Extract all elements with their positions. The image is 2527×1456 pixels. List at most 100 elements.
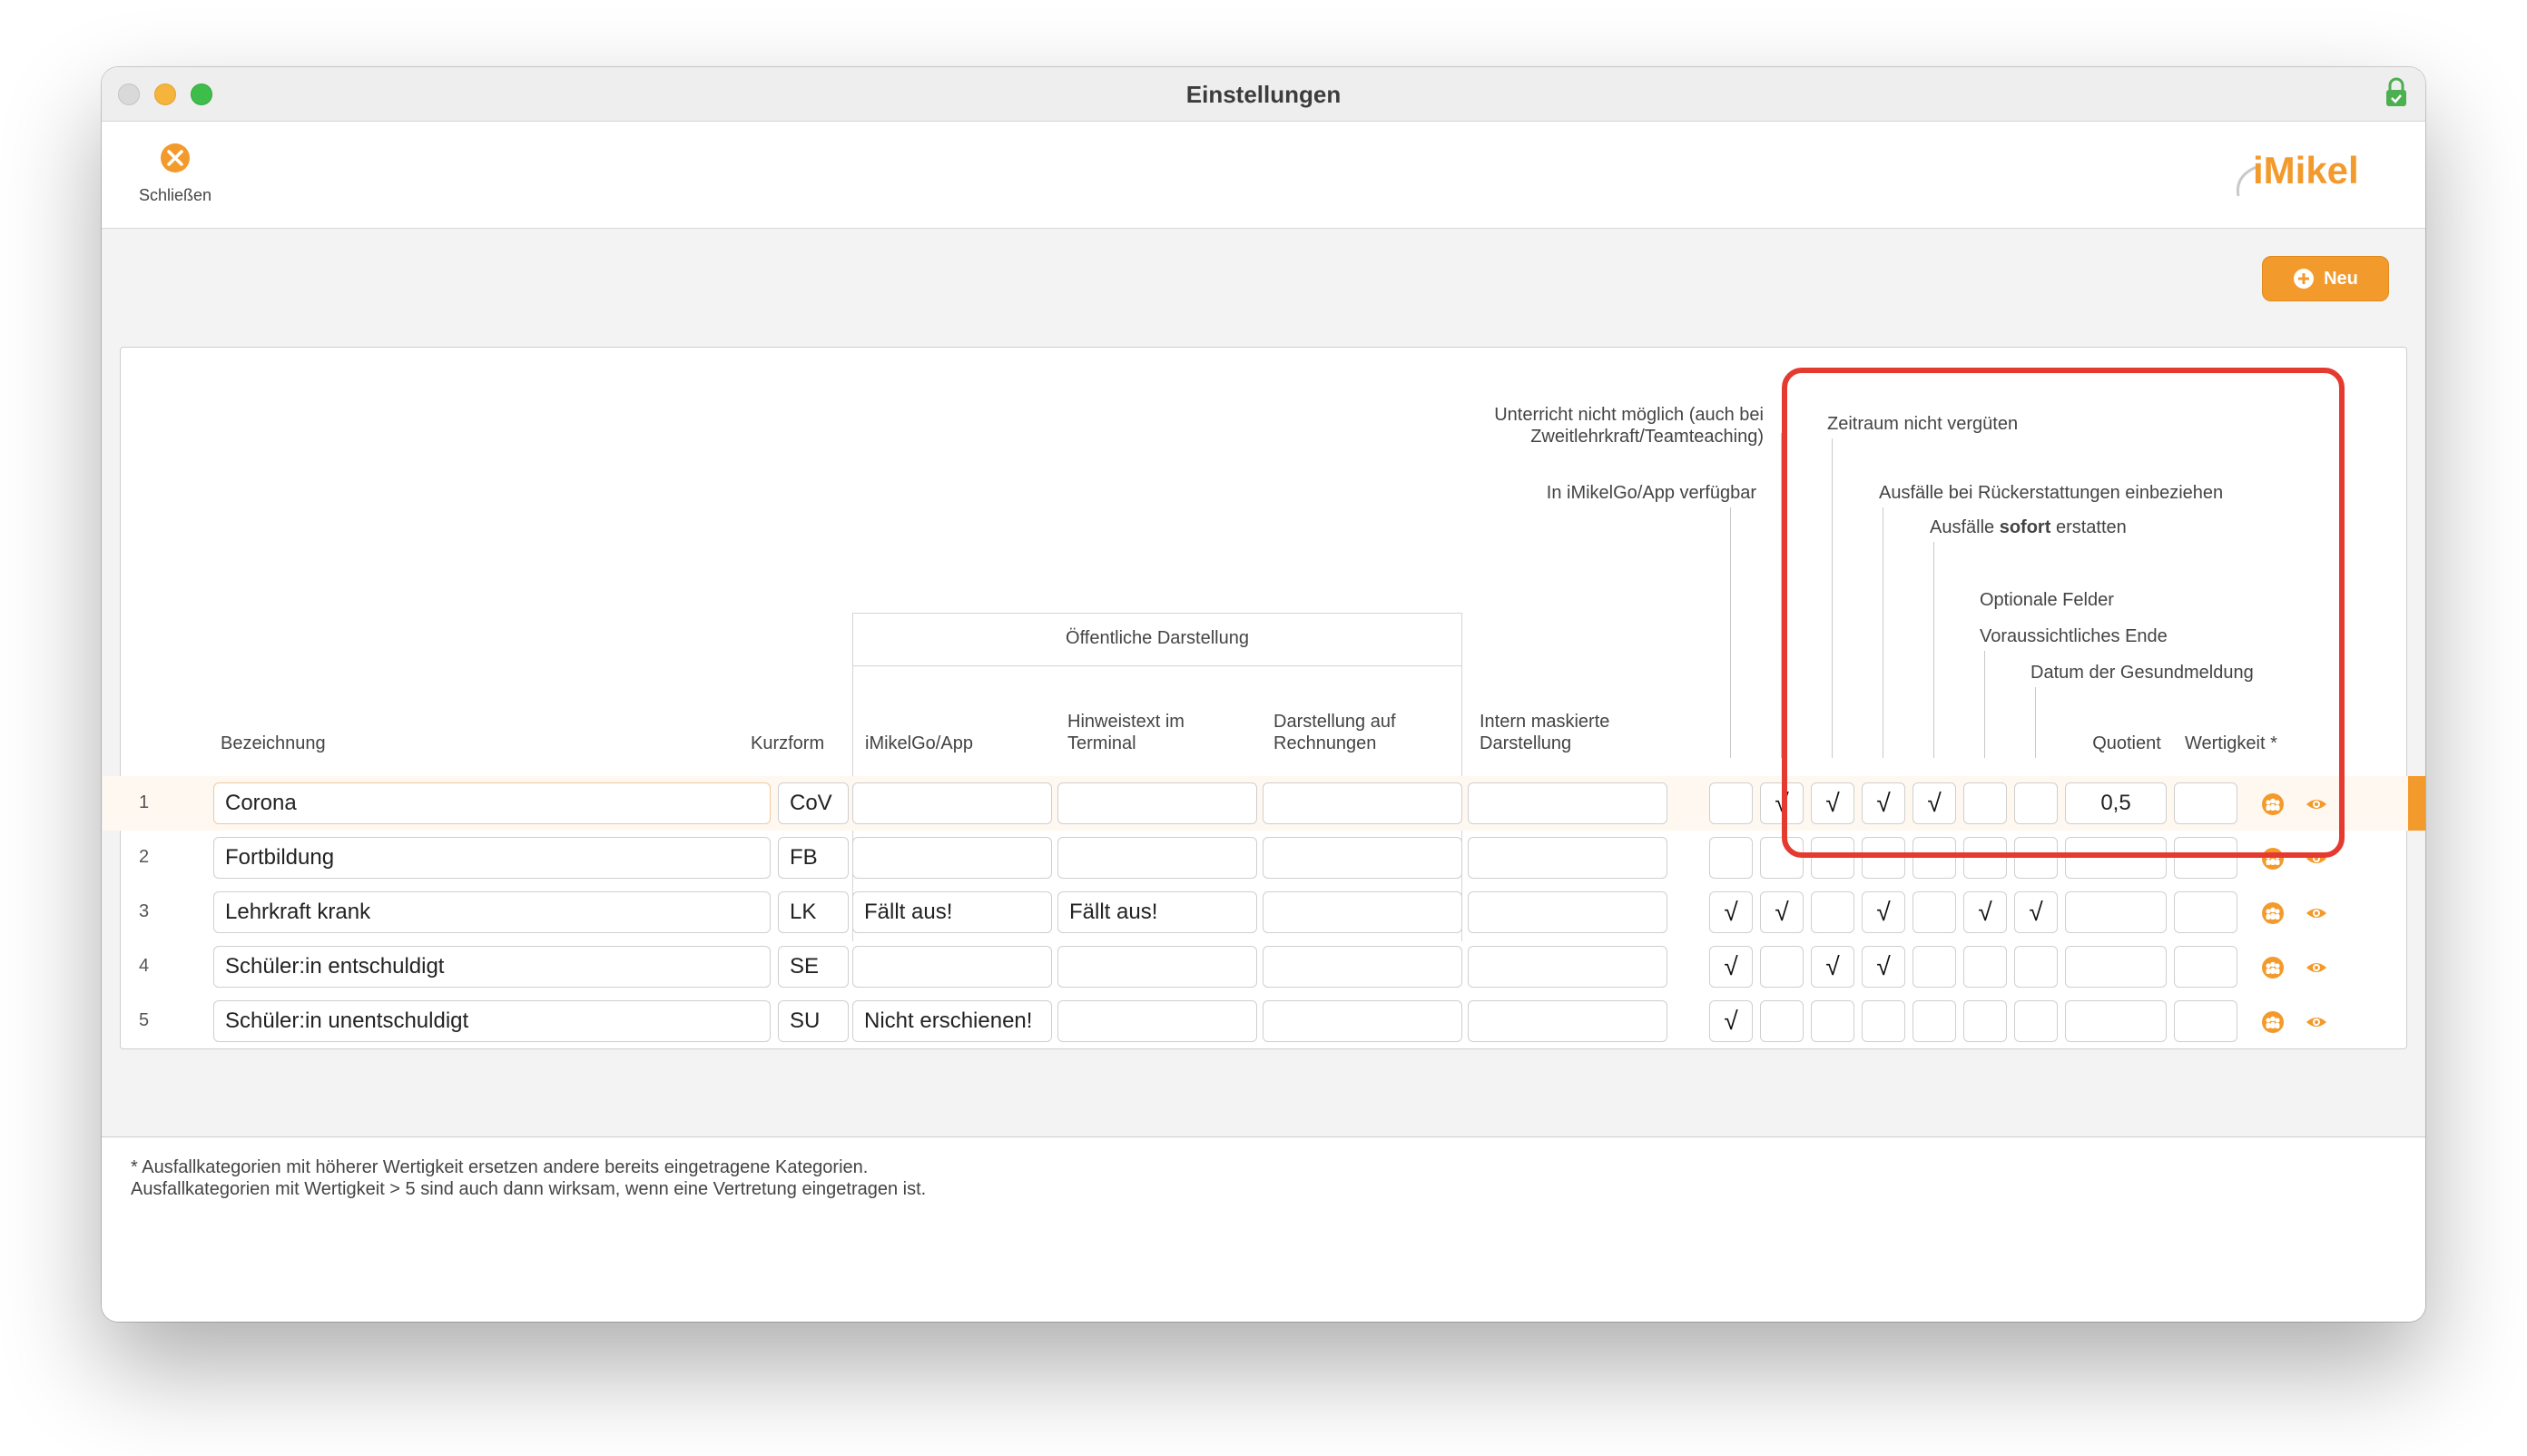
checkbox-zeitraum-nicht-verguetet[interactable]: √ xyxy=(1811,782,1854,824)
bezeichnung-field[interactable]: Schüler:in entschuldigt xyxy=(213,946,771,988)
new-button-label: Neu xyxy=(2324,268,2358,289)
checkbox-zeitraum-nicht-verguetet[interactable] xyxy=(1811,1000,1854,1042)
hinweistext-field[interactable]: Fällt aus! xyxy=(1057,891,1257,933)
row-number: 1 xyxy=(139,792,150,812)
checkbox-voraussichtliches-ende[interactable] xyxy=(1963,782,2007,824)
hinweistext-field[interactable] xyxy=(1057,946,1257,988)
bezeichnung-field[interactable]: Corona xyxy=(213,782,771,824)
checkbox-gesundmeldung[interactable] xyxy=(2014,946,2058,988)
checkbox-unterricht-nicht-moeglich[interactable]: √ xyxy=(1760,782,1804,824)
imikelgo-app-field[interactable] xyxy=(852,837,1052,879)
wertigkeit-field[interactable] xyxy=(2174,891,2237,933)
table-row[interactable]: 2 Fortbildung FB xyxy=(103,831,2425,885)
new-button[interactable]: Neu xyxy=(2262,256,2389,301)
checkbox-sofort-erstatten[interactable] xyxy=(1912,837,1956,879)
checkbox-unterricht-nicht-moeglich[interactable]: √ xyxy=(1760,891,1804,933)
checkbox-gesundmeldung[interactable] xyxy=(2014,837,2058,879)
imikelgo-app-field[interactable]: Nicht erschienen! xyxy=(852,1000,1052,1042)
quotient-field[interactable] xyxy=(2065,837,2167,879)
checkbox-zeitraum-nicht-verguetet[interactable] xyxy=(1811,837,1854,879)
wertigkeit-field[interactable] xyxy=(2174,1000,2237,1042)
eye-icon[interactable] xyxy=(2305,792,2328,816)
kurzform-field[interactable]: SE xyxy=(778,946,849,988)
checkbox-voraussichtliches-ende[interactable] xyxy=(1963,1000,2007,1042)
rechnungen-field[interactable] xyxy=(1263,946,1462,988)
imikelgo-app-field[interactable] xyxy=(852,946,1052,988)
wertigkeit-field[interactable] xyxy=(2174,782,2237,824)
users-icon[interactable] xyxy=(2261,901,2285,925)
quotient-field[interactable]: 0,5 xyxy=(2065,782,2167,824)
eye-icon[interactable] xyxy=(2305,956,2328,979)
header-wertigkeit: Wertigkeit * xyxy=(2185,733,2277,753)
checkbox-rueckerstattung[interactable]: √ xyxy=(1862,946,1905,988)
header-rueckerstattung: Ausfälle bei Rückerstattungen einbeziehe… xyxy=(1879,483,2224,503)
users-icon[interactable] xyxy=(2261,956,2285,979)
table-row[interactable]: 1 Corona CoV √ √ √ √ 0,5 xyxy=(103,776,2425,831)
quotient-field[interactable] xyxy=(2065,1000,2167,1042)
header-bezeichnung: Bezeichnung xyxy=(221,733,326,753)
checkbox-unterricht-nicht-moeglich[interactable] xyxy=(1760,946,1804,988)
checkbox-zeitraum-nicht-verguetet[interactable] xyxy=(1811,891,1854,933)
imikelgo-app-field[interactable] xyxy=(852,782,1052,824)
table-row[interactable]: 3 Lehrkraft krank LK Fällt aus! Fällt aus! √ √… xyxy=(103,885,2425,940)
header-voraussichtliches-ende: Voraussichtliches Ende xyxy=(1980,626,2168,646)
users-icon[interactable] xyxy=(2261,847,2285,871)
quotient-field[interactable] xyxy=(2065,946,2167,988)
bezeichnung-field[interactable]: Fortbildung xyxy=(213,837,771,879)
checkbox-zeitraum-nicht-verguetet[interactable]: √ xyxy=(1811,946,1854,988)
checkbox-app-verfuegbar[interactable] xyxy=(1709,837,1753,879)
rechnungen-field[interactable] xyxy=(1263,891,1462,933)
checkbox-voraussichtliches-ende[interactable]: √ xyxy=(1963,891,2007,933)
wertigkeit-field[interactable] xyxy=(2174,837,2237,879)
kurzform-field[interactable]: LK xyxy=(778,891,849,933)
checkbox-app-verfuegbar[interactable]: √ xyxy=(1709,1000,1753,1042)
checkbox-rueckerstattung[interactable] xyxy=(1862,1000,1905,1042)
rechnungen-field[interactable] xyxy=(1263,837,1462,879)
checkbox-rueckerstattung[interactable]: √ xyxy=(1862,891,1905,933)
checkbox-voraussichtliches-ende[interactable] xyxy=(1963,946,2007,988)
imikelgo-app-field[interactable]: Fällt aus! xyxy=(852,891,1052,933)
intern-field[interactable] xyxy=(1468,782,1667,824)
hinweistext-field[interactable] xyxy=(1057,837,1257,879)
checkbox-rueckerstattung[interactable]: √ xyxy=(1862,782,1905,824)
checkbox-gesundmeldung[interactable]: √ xyxy=(2014,891,2058,933)
checkbox-gesundmeldung[interactable] xyxy=(2014,782,2058,824)
table-row[interactable]: 5 Schüler:in unentschuldigt SU Nicht erschi… xyxy=(103,994,2425,1048)
guide-line-zeitraum xyxy=(1832,438,1833,758)
intern-field[interactable] xyxy=(1468,1000,1667,1042)
header-unterricht-2: Zweitlehrkraft/Teamteaching) xyxy=(1530,427,1764,447)
intern-field[interactable] xyxy=(1468,891,1667,933)
checkbox-voraussichtliches-ende[interactable] xyxy=(1963,837,2007,879)
kurzform-field[interactable]: FB xyxy=(778,837,849,879)
close-button[interactable]: Schließen xyxy=(125,142,225,220)
checkbox-app-verfuegbar[interactable] xyxy=(1709,782,1753,824)
checkbox-sofort-erstatten[interactable] xyxy=(1912,946,1956,988)
kurzform-field[interactable]: CoV xyxy=(778,782,849,824)
eye-icon[interactable] xyxy=(2305,1010,2328,1034)
wertigkeit-field[interactable] xyxy=(2174,946,2237,988)
checkbox-sofort-erstatten[interactable] xyxy=(1912,1000,1956,1042)
users-icon[interactable] xyxy=(2261,1010,2285,1034)
checkbox-sofort-erstatten[interactable] xyxy=(1912,891,1956,933)
hinweistext-field[interactable] xyxy=(1057,1000,1257,1042)
bezeichnung-field[interactable]: Lehrkraft krank xyxy=(213,891,771,933)
bezeichnung-field[interactable]: Schüler:in unentschuldigt xyxy=(213,1000,771,1042)
hinweistext-field[interactable] xyxy=(1057,782,1257,824)
rechnungen-field[interactable] xyxy=(1263,782,1462,824)
kurzform-field[interactable]: SU xyxy=(778,1000,849,1042)
checkbox-unterricht-nicht-moeglich[interactable] xyxy=(1760,837,1804,879)
checkbox-unterricht-nicht-moeglich[interactable] xyxy=(1760,1000,1804,1042)
table-row[interactable]: 4 Schüler:in entschuldigt SE √ √ √ xyxy=(103,940,2425,994)
quotient-field[interactable] xyxy=(2065,891,2167,933)
rechnungen-field[interactable] xyxy=(1263,1000,1462,1042)
checkbox-sofort-erstatten[interactable]: √ xyxy=(1912,782,1956,824)
intern-field[interactable] xyxy=(1468,837,1667,879)
checkbox-gesundmeldung[interactable] xyxy=(2014,1000,2058,1042)
eye-icon[interactable] xyxy=(2305,901,2328,925)
users-icon[interactable] xyxy=(2261,792,2285,816)
eye-icon[interactable] xyxy=(2305,847,2328,871)
intern-field[interactable] xyxy=(1468,946,1667,988)
checkbox-app-verfuegbar[interactable]: √ xyxy=(1709,946,1753,988)
checkbox-app-verfuegbar[interactable]: √ xyxy=(1709,891,1753,933)
checkbox-rueckerstattung[interactable] xyxy=(1862,837,1905,879)
